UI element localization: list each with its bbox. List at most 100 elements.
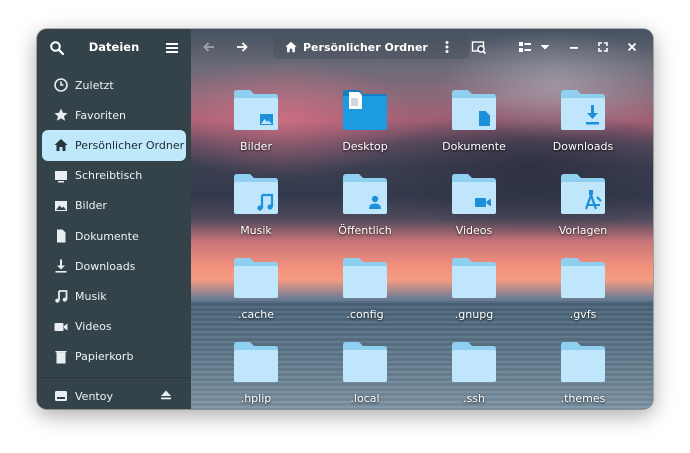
folder-icon	[343, 342, 387, 382]
file-item-downloads[interactable]: Downloads	[533, 81, 633, 161]
desktop-icon	[55, 170, 67, 183]
folder-icon	[561, 258, 605, 298]
view-options-button[interactable]	[511, 35, 553, 59]
list-view-icon	[519, 42, 531, 52]
file-name: .hplip	[240, 392, 272, 405]
sidebar-item-label: Ventoy	[75, 389, 113, 403]
trash-icon	[55, 350, 67, 364]
file-name: .gnupg	[454, 308, 494, 321]
header-bar: Persönlicher Ordner	[191, 29, 653, 65]
forward-arrow-icon[interactable]	[234, 39, 250, 55]
file-item-themes[interactable]: .themes	[533, 333, 633, 409]
folder-icon	[234, 258, 278, 298]
video-folder-icon	[452, 174, 496, 214]
file-item-desktop[interactable]: Desktop	[315, 81, 415, 161]
sidebar-item-favorites[interactable]: Favoriten	[42, 100, 186, 130]
file-name: Musik	[240, 224, 272, 237]
maximize-icon[interactable]	[595, 39, 611, 55]
sidebar-item-downloads[interactable]: Downloads	[42, 251, 186, 281]
music-folder-icon	[234, 174, 278, 214]
file-name: .local	[350, 392, 380, 405]
image-folder-icon	[234, 90, 278, 130]
location-label: Persönlicher Ordner	[303, 40, 428, 54]
file-item-local[interactable]: .local	[315, 333, 415, 409]
music-icon	[55, 290, 68, 304]
file-name: Desktop	[342, 140, 388, 153]
sidebar-item-label: Zuletzt	[75, 78, 114, 92]
drive-icon	[55, 391, 67, 401]
chevron-down-icon	[540, 45, 550, 50]
download-folder-icon	[561, 90, 605, 130]
file-item-videos[interactable]: Videos	[424, 165, 524, 245]
file-name: Dokumente	[442, 140, 506, 153]
file-name: Videos	[455, 224, 493, 237]
sidebar-item-trash[interactable]: Papierkorb	[42, 342, 186, 372]
file-manager-window: Dateien Zuletzt Favoriten Persönlicher O…	[37, 29, 653, 409]
file-name: .ssh	[463, 392, 485, 405]
public-folder-icon	[343, 174, 387, 214]
sidebar-item-label: Schreibtisch	[75, 169, 143, 183]
minimize-icon[interactable]	[566, 39, 582, 55]
home-icon	[285, 41, 297, 53]
folder-icon	[561, 342, 605, 382]
download-icon	[55, 259, 67, 273]
file-item-cache[interactable]: .cache	[206, 249, 306, 329]
file-name: .config	[346, 308, 384, 321]
sidebar-item-label: Persönlicher Ordner	[75, 138, 185, 152]
sidebar-item-recent[interactable]: Zuletzt	[42, 70, 186, 100]
star-icon	[54, 108, 68, 122]
home-icon	[54, 139, 68, 152]
search-folder-icon[interactable]	[471, 39, 487, 55]
document-folder-icon	[452, 90, 496, 130]
file-item-config[interactable]: .config	[315, 249, 415, 329]
sidebar-item-pictures[interactable]: Bilder	[42, 191, 186, 221]
sidebar-item-home[interactable]: Persönlicher Ordner	[42, 130, 186, 161]
file-item-ssh[interactable]: .ssh	[424, 333, 524, 409]
sidebar-item-label: Musik	[75, 289, 107, 303]
document-icon	[57, 229, 66, 243]
hamburger-menu-icon[interactable]	[164, 40, 180, 56]
sidebar-item-documents[interactable]: Dokumente	[42, 221, 186, 251]
more-options-icon[interactable]	[439, 39, 455, 55]
file-name: Downloads	[552, 140, 614, 153]
sidebar-item-label: Downloads	[75, 259, 136, 273]
clock-icon	[54, 78, 68, 92]
folder-icon	[234, 342, 278, 382]
sidebar-places: Zuletzt Favoriten Persönlicher Ordner Sc…	[37, 70, 191, 372]
file-item-templates[interactable]: Vorlagen	[533, 165, 633, 245]
back-arrow-icon[interactable]	[201, 39, 217, 55]
file-name: .cache	[237, 308, 275, 321]
file-item-public[interactable]: Öffentlich	[315, 165, 415, 245]
file-view: Persönlicher Ordner Bilder Desktop Dokum…	[191, 29, 653, 409]
sidebar-item-label: Papierkorb	[75, 350, 134, 364]
image-icon	[55, 200, 67, 211]
sidebar-separator	[37, 377, 191, 378]
folder-icon	[452, 258, 496, 298]
file-item-pictures[interactable]: Bilder	[206, 81, 306, 161]
sidebar-item-label: Videos	[75, 320, 112, 334]
file-item-documents[interactable]: Dokumente	[424, 81, 524, 161]
sidebar-item-label: Bilder	[75, 199, 107, 213]
folder-icon	[343, 258, 387, 298]
file-name: .gvfs	[569, 308, 597, 321]
close-icon[interactable]	[624, 39, 640, 55]
file-name: Vorlagen	[558, 224, 608, 237]
sidebar-item-label: Dokumente	[75, 229, 139, 243]
sidebar: Dateien Zuletzt Favoriten Persönlicher O…	[37, 29, 191, 409]
templates-folder-icon	[561, 174, 605, 214]
sidebar-header: Dateien	[37, 29, 191, 65]
sidebar-item-music[interactable]: Musik	[42, 281, 186, 311]
sidebar-item-label: Favoriten	[75, 108, 126, 122]
sidebar-item-desktop[interactable]: Schreibtisch	[42, 161, 186, 191]
video-icon	[54, 322, 68, 331]
file-name: Bilder	[240, 140, 272, 153]
file-name: .themes	[560, 392, 606, 405]
file-item-music[interactable]: Musik	[206, 165, 306, 245]
file-item-gvfs[interactable]: .gvfs	[533, 249, 633, 329]
file-item-gnupg[interactable]: .gnupg	[424, 249, 524, 329]
desktop-folder-icon	[343, 90, 387, 130]
file-item-hplip[interactable]: .hplip	[206, 333, 306, 409]
folder-icon	[452, 342, 496, 382]
sidebar-item-videos[interactable]: Videos	[42, 312, 186, 342]
eject-icon[interactable]	[159, 388, 173, 402]
